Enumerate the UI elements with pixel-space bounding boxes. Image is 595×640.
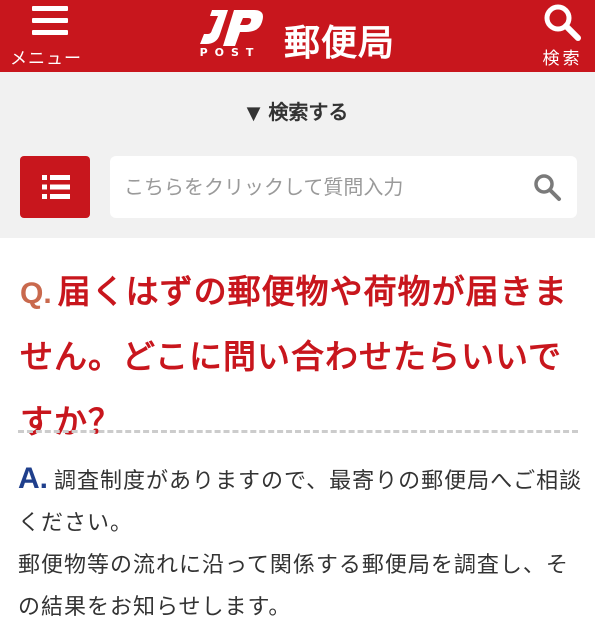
search-toggle[interactable]: ▼ 検索する (0, 96, 595, 125)
search-icon (544, 4, 581, 41)
search-toggle-label: 検索する (268, 100, 349, 124)
list-icon (42, 175, 70, 199)
header-search-label: 検索 (542, 49, 583, 69)
answer-text-line1: 調査制度がありますので、最寄りの郵便局へご相談ください。 (18, 469, 583, 536)
faq-answer: A. 調査制度がありますので、最寄りの郵便局へご相談ください。 郵便物等の流れに沿… (18, 458, 583, 629)
jp-post-logo: POST (194, 8, 266, 64)
jp-logo-icon (200, 10, 263, 46)
question-text: 届くはずの郵便物や荷物が届きません。どこに問い合わせたらいいですか？ (20, 272, 568, 441)
faq-question: Q. 届くはずの郵便物や荷物が届きません。どこに問い合わせたらいいですか？ (20, 262, 580, 457)
triangle-down-icon: ▼ (246, 103, 261, 124)
search-submit-icon[interactable] (532, 172, 562, 202)
question-search-box (110, 156, 577, 218)
header-search-button[interactable]: 検索 (530, 0, 595, 72)
hamburger-icon (32, 4, 68, 35)
answer-text-line2: 郵便物等の流れに沿って関係する郵便局を調査し、その結果をお知らせします。 (18, 553, 569, 620)
question-label: Q. (20, 277, 52, 310)
menu-label: メニュー (10, 49, 82, 69)
menu-button[interactable]: メニュー (6, 0, 86, 72)
site-title: 郵便局 (284, 23, 396, 64)
answer-label: A. (18, 462, 48, 495)
question-search-input[interactable] (124, 168, 514, 206)
site-header: メニュー POST 郵便局 検索 (0, 0, 595, 72)
divider (18, 430, 578, 433)
category-list-button[interactable] (20, 156, 90, 218)
search-panel: ▼ 検索する (0, 72, 595, 238)
logo-post-text: POST (199, 46, 261, 59)
